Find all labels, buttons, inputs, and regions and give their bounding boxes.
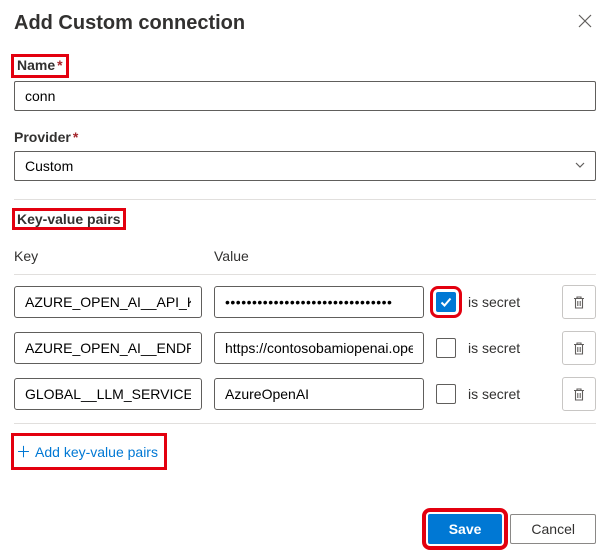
add-kv-link[interactable]: ＋ Add key-value pairs: [16, 439, 158, 464]
secret-label: is secret: [468, 294, 524, 310]
delete-row-button[interactable]: [562, 377, 596, 411]
secret-checkbox[interactable]: [436, 292, 456, 312]
trash-icon: [572, 341, 586, 356]
dialog-title: Add Custom connection: [14, 12, 245, 35]
secret-checkbox[interactable]: [436, 338, 456, 358]
provider-select[interactable]: [14, 151, 596, 181]
kv-key-input[interactable]: [14, 286, 202, 318]
add-kv-wrap: ＋ Add key-value pairs: [14, 436, 164, 467]
kv-col-value: Value: [214, 248, 424, 264]
kv-row: is secret: [14, 331, 596, 365]
kv-value-input[interactable]: [214, 378, 424, 410]
kv-row: is secret: [14, 285, 596, 319]
secret-label: is secret: [468, 340, 524, 356]
close-icon[interactable]: [574, 12, 596, 35]
trash-icon: [572, 295, 586, 310]
secret-checkbox[interactable]: [436, 384, 456, 404]
kv-col-key: Key: [14, 248, 202, 264]
trash-icon: [572, 387, 586, 402]
kv-heading: Key-value pairs: [14, 210, 124, 228]
name-input[interactable]: [14, 81, 596, 111]
kv-row: is secret: [14, 377, 596, 411]
delete-row-button[interactable]: [562, 285, 596, 319]
save-button[interactable]: Save: [428, 514, 503, 544]
secret-label: is secret: [468, 386, 524, 402]
kv-value-input[interactable]: [214, 286, 424, 318]
name-label: Name*: [14, 57, 66, 75]
kv-key-input[interactable]: [14, 332, 202, 364]
delete-row-button[interactable]: [562, 331, 596, 365]
kv-value-input[interactable]: [214, 332, 424, 364]
cancel-button[interactable]: Cancel: [510, 514, 596, 544]
provider-label: Provider*: [14, 129, 78, 145]
plus-icon: ＋: [16, 441, 31, 462]
kv-key-input[interactable]: [14, 378, 202, 410]
